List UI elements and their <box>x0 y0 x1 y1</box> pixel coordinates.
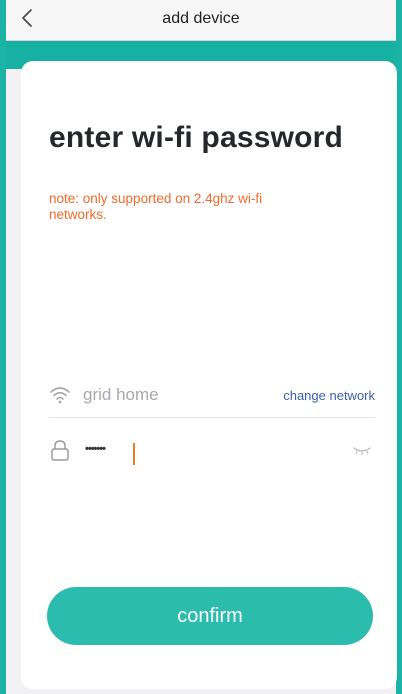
network-row: grid home change network <box>49 381 375 415</box>
lock-icon <box>51 440 69 461</box>
eye-closed-icon[interactable] <box>353 445 371 457</box>
wifi-icon <box>50 387 70 404</box>
heading: enter wi-fi password <box>49 121 344 154</box>
frequency-note: note: only supported on 2.4ghz wi-fi net… <box>49 191 263 222</box>
change-network-link[interactable]: change network <box>283 388 375 403</box>
password-row: ••••••• <box>49 439 375 469</box>
page-title: add device <box>162 10 240 27</box>
content-card: enter wi-fi password note: only supporte… <box>21 61 397 689</box>
password-field[interactable]: ••••••• <box>85 443 106 455</box>
divider <box>49 417 375 418</box>
confirm-button[interactable]: confirm <box>47 587 373 645</box>
nav-bar: add device <box>6 0 396 41</box>
network-name: grid home <box>83 385 159 404</box>
text-caret <box>133 443 135 465</box>
